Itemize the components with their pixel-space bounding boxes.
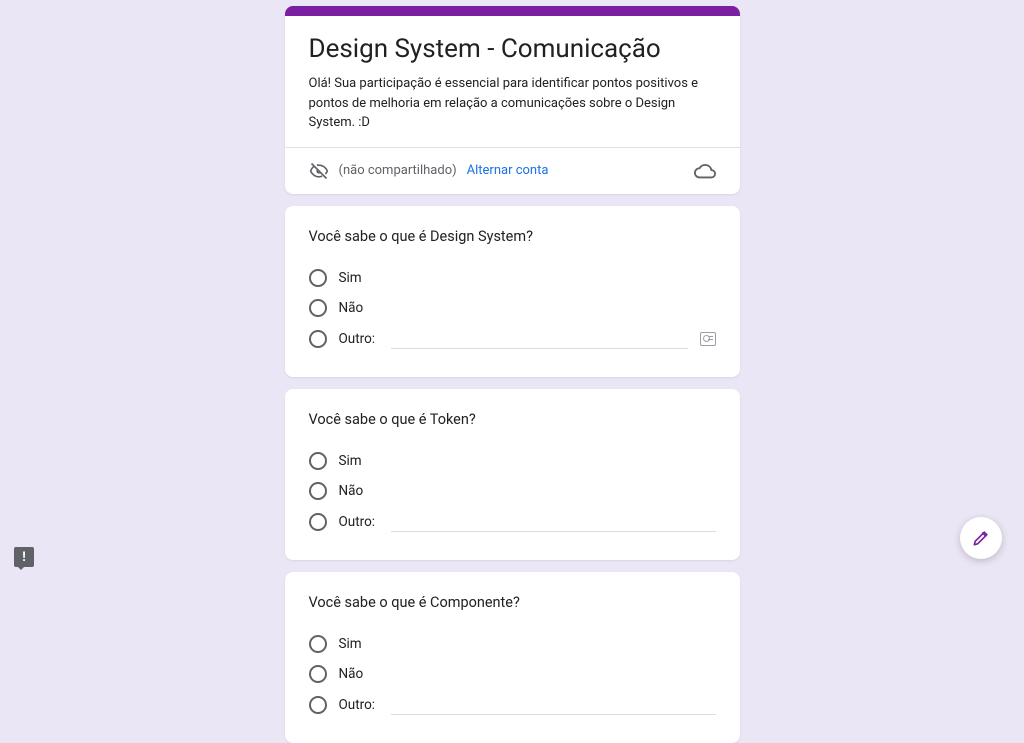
radio-option[interactable]: Não — [309, 659, 716, 689]
radio-option-other[interactable]: Outro: — [309, 689, 716, 721]
contact-card-icon — [700, 332, 716, 346]
radio-icon[interactable] — [309, 299, 327, 317]
visibility-off-icon — [309, 161, 329, 181]
radio-icon[interactable] — [309, 696, 327, 714]
other-input[interactable] — [391, 512, 715, 532]
pencil-icon — [971, 528, 991, 548]
other-input[interactable] — [391, 329, 687, 349]
radio-option-other[interactable]: Outro: — [309, 506, 716, 538]
radio-option-other[interactable]: Outro: — [309, 323, 716, 355]
question-title: Você sabe o que é Token? — [309, 411, 716, 428]
radio-icon[interactable] — [309, 452, 327, 470]
radio-icon[interactable] — [309, 330, 327, 348]
option-label: Outro: — [339, 514, 376, 530]
question-title: Você sabe o que é Design System? — [309, 228, 716, 245]
form-description: Olá! Sua participação é essencial para i… — [309, 74, 716, 133]
option-label: Sim — [339, 636, 362, 652]
question-card: Você sabe o que é Design System? Sim Não Ou… — [285, 206, 740, 377]
radio-icon[interactable] — [309, 513, 327, 531]
radio-icon[interactable] — [309, 269, 327, 287]
switch-account-link[interactable]: Alternar conta — [467, 163, 549, 178]
cloud-icon — [694, 160, 716, 182]
form-title: Design System - Comunicação — [309, 34, 716, 64]
option-label: Outro: — [339, 331, 376, 347]
not-shared-label: (não compartilhado) — [339, 163, 457, 178]
option-label: Não — [339, 483, 364, 499]
radio-icon[interactable] — [309, 635, 327, 653]
option-label: Não — [339, 666, 364, 682]
option-label: Sim — [339, 270, 362, 286]
question-title: Você sabe o que é Componente? — [309, 594, 716, 611]
accent-bar — [285, 6, 740, 16]
option-label: Sim — [339, 453, 362, 469]
radio-option[interactable]: Sim — [309, 629, 716, 659]
option-label: Outro: — [339, 697, 376, 713]
form-header-card: Design System - Comunicação Olá! Sua par… — [285, 6, 740, 194]
radio-option[interactable]: Sim — [309, 263, 716, 293]
radio-option[interactable]: Não — [309, 293, 716, 323]
option-label: Não — [339, 300, 364, 316]
radio-option[interactable]: Não — [309, 476, 716, 506]
report-problem-button[interactable]: ! — [14, 547, 34, 567]
account-row: (não compartilhado) Alternar conta — [285, 147, 740, 194]
question-card: Você sabe o que é Componente? Sim Não Outro… — [285, 572, 740, 743]
exclamation-icon: ! — [22, 551, 26, 564]
radio-option[interactable]: Sim — [309, 446, 716, 476]
radio-icon[interactable] — [309, 665, 327, 683]
question-card: Você sabe o que é Token? Sim Não Outro: — [285, 389, 740, 560]
radio-icon[interactable] — [309, 482, 327, 500]
other-input[interactable] — [391, 695, 715, 715]
edit-fab[interactable] — [960, 517, 1002, 559]
